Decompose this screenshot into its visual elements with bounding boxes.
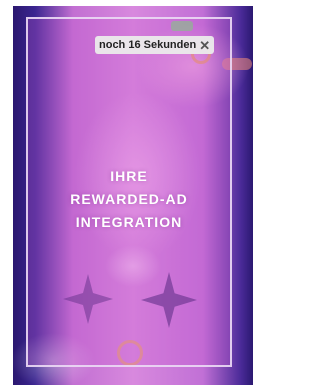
countdown-label: noch 16 Sekunden bbox=[99, 39, 197, 51]
ad-countdown-badge[interactable]: noch 16 Sekunden ✕ bbox=[95, 36, 215, 54]
ad-placeholder-line-3: INTEGRATION bbox=[75, 214, 183, 230]
ad-placeholder-text: IHRE REWARDED-AD INTEGRATION bbox=[26, 165, 232, 234]
ad-placeholder-line-2: REWARDED-AD bbox=[70, 191, 188, 207]
close-icon[interactable]: ✕ bbox=[199, 39, 210, 52]
ad-placeholder-line-1: IHRE bbox=[110, 168, 148, 184]
